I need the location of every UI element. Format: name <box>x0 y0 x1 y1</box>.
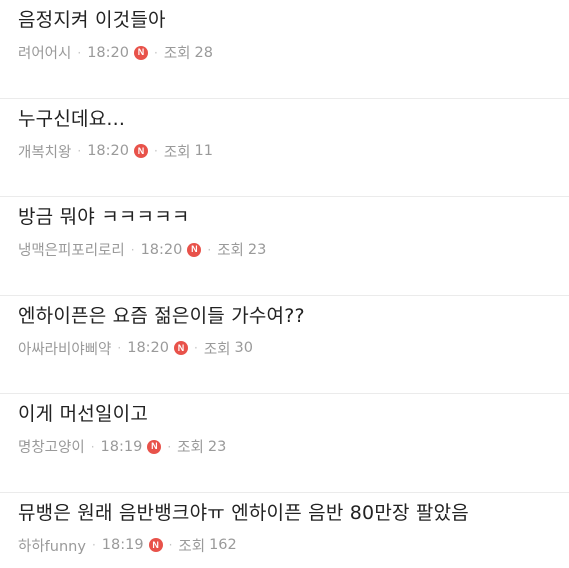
new-badge-icon: N <box>134 45 148 60</box>
views-label: 조회 <box>163 46 191 62</box>
separator-dot-icon: · <box>90 439 95 454</box>
post-author: 개복치왕 <box>18 144 72 161</box>
post-list: 음정지켜 이것들아 려어어시 · 18:20 N · 조회 28 누구신데요..… <box>0 0 569 568</box>
post-title[interactable]: 이게 머선일이고 <box>18 399 148 426</box>
views-count: 23 <box>207 438 227 455</box>
list-item[interactable]: 엔하이픈은 요즘 젊은이들 가수여?? 아싸라비야삐약 · 18:20 N · … <box>0 296 569 394</box>
post-author: 려어어시 <box>18 46 72 62</box>
post-title[interactable]: 엔하이픈은 요즘 젊은이들 가수여?? <box>18 301 305 328</box>
post-author: 아싸라비야삐약 <box>18 341 112 358</box>
post-time: 18:20 <box>87 143 129 159</box>
post-time: 18:19 <box>101 537 144 553</box>
post-meta: 냉맥은피포리로리 · 18:20 N · 조회 23 <box>18 239 266 260</box>
post-meta: 려어어시 · 18:20 N · 조회 28 <box>18 42 213 63</box>
separator-dot-icon: · <box>168 538 173 552</box>
views-label: 조회 <box>163 144 191 161</box>
views-count: 11 <box>194 143 213 159</box>
new-badge-icon: N <box>147 439 162 454</box>
list-item[interactable]: 음정지켜 이것들아 려어어시 · 18:20 N · 조회 28 <box>0 0 569 99</box>
post-meta: 아싸라비야삐약 · 18:20 N · 조회 30 <box>18 338 253 359</box>
list-item[interactable]: 이게 머선일이고 명창고양이 · 18:19 N · 조회 23 <box>0 394 569 493</box>
views-count: 28 <box>194 44 213 61</box>
post-time: 18:19 <box>100 438 143 455</box>
new-badge-icon: N <box>174 341 189 355</box>
separator-dot-icon: · <box>130 242 135 257</box>
post-title[interactable]: 음정지켜 이것들아 <box>18 5 166 32</box>
separator-dot-icon: · <box>167 439 172 454</box>
views-label: 조회 <box>178 538 206 555</box>
new-badge-icon: N <box>187 242 202 257</box>
list-item[interactable]: 뮤뱅은 원래 음반뱅크야ㅠ 엔하이픈 음반 80만장 팔았음 하하funny ·… <box>0 493 569 568</box>
post-time: 18:20 <box>87 44 129 61</box>
post-author: 하하funny <box>18 538 86 555</box>
post-meta: 하하funny · 18:19 N · 조회 162 <box>18 535 237 556</box>
new-badge-icon: N <box>134 144 148 158</box>
post-meta: 명창고양이 · 18:19 N · 조회 23 <box>18 436 226 457</box>
post-title[interactable]: 방금 뭐야 ㅋㅋㅋㅋㅋ <box>18 202 190 229</box>
post-time: 18:20 <box>140 241 183 258</box>
separator-dot-icon: · <box>207 242 212 257</box>
separator-dot-icon: · <box>194 341 198 355</box>
list-item[interactable]: 방금 뭐야 ㅋㅋㅋㅋㅋ 냉맥은피포리로리 · 18:20 N · 조회 23 <box>0 197 569 296</box>
views-count: 30 <box>234 340 253 356</box>
separator-dot-icon: · <box>154 144 158 158</box>
post-title[interactable]: 뮤뱅은 원래 음반뱅크야ㅠ 엔하이픈 음반 80만장 팔았음 <box>18 498 469 525</box>
post-author: 명창고양이 <box>18 440 85 456</box>
separator-dot-icon: · <box>77 45 82 60</box>
views-label: 조회 <box>217 243 244 259</box>
separator-dot-icon: · <box>117 341 122 355</box>
views-label: 조회 <box>203 341 231 358</box>
post-time: 18:20 <box>127 340 170 356</box>
views-count: 162 <box>209 537 237 553</box>
views-count: 23 <box>247 241 267 258</box>
separator-dot-icon: · <box>154 45 158 60</box>
new-badge-icon: N <box>148 538 163 552</box>
separator-dot-icon: · <box>77 144 82 158</box>
post-meta: 개복치왕 · 18:20 N · 조회 11 <box>18 141 213 162</box>
post-title[interactable]: 누구신데요... <box>18 104 125 131</box>
separator-dot-icon: · <box>91 538 96 552</box>
list-item[interactable]: 누구신데요... 개복치왕 · 18:20 N · 조회 11 <box>0 99 569 197</box>
views-label: 조회 <box>177 440 204 456</box>
post-author: 냉맥은피포리로리 <box>18 243 125 259</box>
